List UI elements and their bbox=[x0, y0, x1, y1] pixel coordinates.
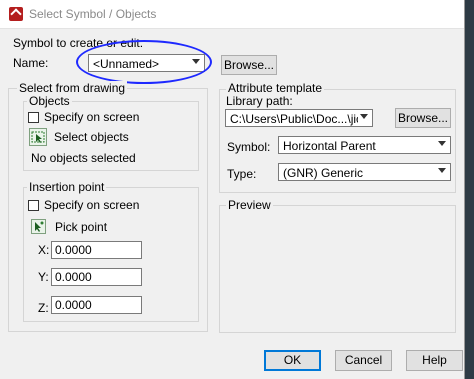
type-combobox[interactable]: (GNR) Generic bbox=[278, 163, 451, 181]
library-path-label: Library path: bbox=[226, 94, 293, 108]
select-symbol-dialog: Select Symbol / Objects Symbol to create… bbox=[0, 0, 465, 379]
annotation-circle bbox=[76, 40, 212, 84]
pick-point-button[interactable] bbox=[31, 219, 46, 234]
title-bar: Select Symbol / Objects bbox=[0, 0, 464, 29]
library-path-value: C:\Users\Public\Doc...\jic125 bbox=[230, 112, 358, 126]
y-coordinate-input[interactable]: 0.0000 bbox=[51, 268, 142, 286]
objects-title: Objects bbox=[27, 94, 72, 108]
library-browse-button[interactable]: Browse... bbox=[395, 108, 451, 128]
window-title: Select Symbol / Objects bbox=[29, 7, 157, 21]
attribute-template-title: Attribute template bbox=[226, 81, 325, 95]
insertion-specify-checkbox[interactable] bbox=[28, 200, 39, 211]
z-coordinate-input[interactable]: 0.0000 bbox=[51, 296, 142, 314]
select-objects-label: Select objects bbox=[54, 130, 129, 144]
library-path-combobox[interactable]: C:\Users\Public\Doc...\jic125 bbox=[225, 109, 373, 127]
select-objects-button[interactable] bbox=[29, 128, 47, 146]
objects-status: No objects selected bbox=[31, 151, 136, 165]
type-value: (GNR) Generic bbox=[283, 166, 364, 180]
autocad-app-icon bbox=[9, 7, 23, 21]
objects-specify-checkbox[interactable] bbox=[28, 112, 39, 123]
y-label: Y: bbox=[38, 270, 49, 284]
pick-point-icon bbox=[35, 221, 44, 232]
preview-title: Preview bbox=[226, 198, 273, 212]
chevron-down-icon bbox=[438, 168, 446, 173]
name-label: Name: bbox=[13, 56, 49, 70]
select-from-drawing-title: Select from drawing bbox=[17, 81, 128, 95]
insertion-point-title: Insertion point bbox=[27, 180, 107, 194]
ok-button[interactable]: OK bbox=[264, 350, 321, 371]
z-label: Z: bbox=[38, 301, 49, 315]
chevron-down-icon bbox=[438, 141, 446, 146]
background-window-edge bbox=[465, 0, 474, 379]
objects-specify-label: Specify on screen bbox=[44, 110, 140, 124]
help-button[interactable]: Help bbox=[406, 350, 463, 371]
preview-group bbox=[219, 205, 456, 333]
symbol-combobox[interactable]: Horizontal Parent bbox=[278, 136, 451, 154]
symbol-label: Symbol: bbox=[227, 140, 271, 154]
name-browse-button[interactable]: Browse... bbox=[221, 55, 277, 75]
type-label: Type: bbox=[227, 167, 257, 181]
x-coordinate-input[interactable]: 0.0000 bbox=[51, 241, 142, 259]
symbol-value: Horizontal Parent bbox=[283, 139, 376, 153]
x-label: X: bbox=[38, 243, 50, 257]
pick-point-label: Pick point bbox=[55, 220, 108, 234]
cancel-button[interactable]: Cancel bbox=[335, 350, 392, 371]
insertion-specify-label: Specify on screen bbox=[44, 198, 140, 212]
chevron-down-icon bbox=[360, 114, 368, 119]
select-objects-icon bbox=[31, 131, 45, 143]
